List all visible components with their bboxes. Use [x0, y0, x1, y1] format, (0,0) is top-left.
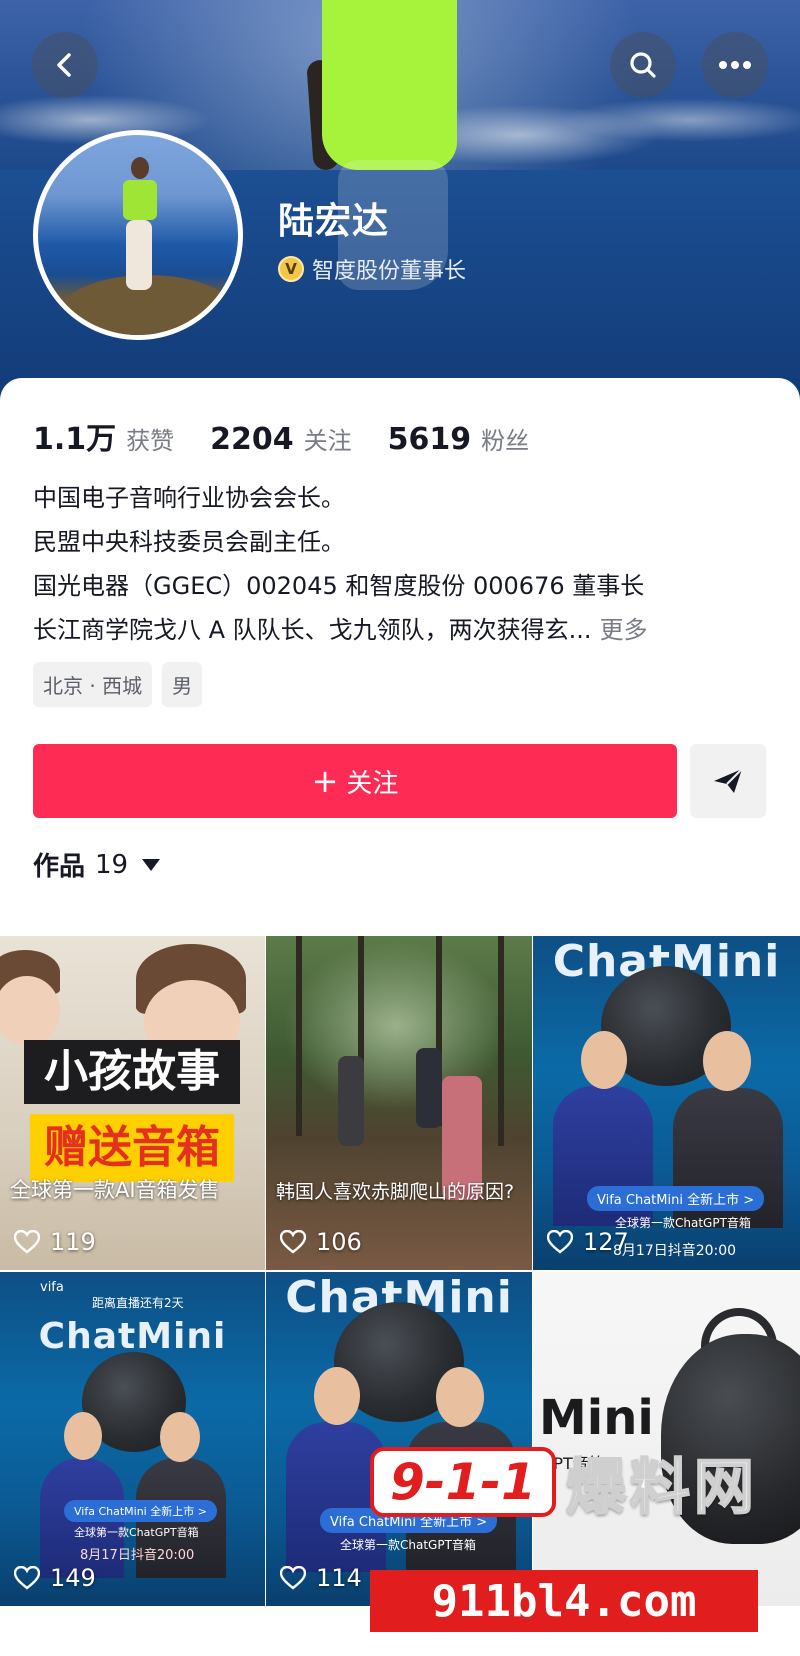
- avatar-legs: [126, 220, 152, 290]
- tree-trunk: [498, 936, 504, 1146]
- video-caption: 全球第一款AI音箱发售: [10, 1178, 220, 1202]
- like-count-value: 114: [316, 1564, 362, 1592]
- heart-icon: [280, 1230, 306, 1254]
- bio-line: 国光电器（GGEC）002045 和智度股份 000676 董事长: [33, 572, 645, 600]
- promo-subtitle: 全球第一款ChatGPT音箱: [74, 1526, 199, 1539]
- video-brand-text: ChatMini: [38, 1316, 227, 1357]
- works-count: 19: [95, 849, 129, 880]
- plus-icon: +: [311, 762, 339, 800]
- works-label: 作品: [33, 852, 86, 882]
- hiker-figure: [416, 1048, 442, 1128]
- person-face: [64, 1412, 102, 1460]
- countdown-text: 距离直播还有2天: [92, 1296, 184, 1310]
- avatar-shirt: [123, 180, 157, 220]
- stat-value: 5619: [387, 422, 472, 457]
- watermark-logo: 9-1-1 爆料网: [370, 1440, 770, 1524]
- follow-button[interactable]: + 关注: [33, 744, 677, 818]
- heart-icon: [280, 1566, 306, 1590]
- like-count-value: 106: [316, 1228, 362, 1256]
- promo-date: 8月17日抖音20:00: [613, 1243, 737, 1259]
- tree-trunk: [296, 936, 302, 1136]
- heart-icon: [14, 1566, 40, 1590]
- person-face: [581, 1031, 627, 1089]
- like-count: 119: [14, 1228, 96, 1256]
- verification-row: V 智度股份董事长: [278, 253, 466, 285]
- profile-tags: 北京 · 西城 男: [33, 662, 203, 707]
- like-count-value: 119: [50, 1228, 96, 1256]
- like-count: 114: [280, 1564, 362, 1592]
- brand-small-logo: vifa: [40, 1280, 64, 1295]
- cover-figure-shirt: [322, 0, 457, 170]
- caret-down-icon: [142, 858, 161, 871]
- works-tab[interactable]: 作品 19: [33, 846, 161, 883]
- like-count-value: 127: [583, 1228, 629, 1256]
- heart-icon: [14, 1230, 40, 1254]
- back-button[interactable]: [32, 32, 98, 98]
- stat-following[interactable]: 2204 关注: [210, 421, 352, 457]
- promo-pill: Vifa ChatMini 全新上市 >: [64, 1500, 217, 1522]
- bio: 中国电子音响行业协会会长。 民盟中央科技委员会副主任。 国光电器（GGEC）00…: [33, 476, 773, 652]
- person-face: [436, 1367, 484, 1427]
- promo-subtitle: 全球第一款ChatGPT音箱: [615, 1216, 751, 1230]
- video-tile[interactable]: 小孩故事 赠送音箱 全球第一款AI音箱发售 119: [0, 936, 265, 1270]
- person-face: [314, 1367, 360, 1425]
- bio-line: 民盟中央科技委员会副主任。: [33, 528, 345, 556]
- site-watermark: 9-1-1 爆料网 911bl4.com: [370, 1440, 770, 1656]
- stat-followers[interactable]: 5619 粉丝: [388, 421, 530, 457]
- watermark-url: 911bl4.com: [370, 1570, 758, 1632]
- like-count: 127: [547, 1228, 629, 1256]
- bio-more-link[interactable]: 更多: [600, 616, 648, 644]
- watermark-site-name: 爆料网: [565, 1452, 758, 1524]
- stat-value: 2204: [210, 422, 294, 457]
- gender-tag: 男: [162, 662, 203, 707]
- bio-line-last: 长江商学院戈八 A 队队长、戈九领队，两次获得玄... 更多: [33, 608, 773, 652]
- more-dots-icon: [719, 61, 751, 69]
- cartoon-face: [0, 976, 60, 1046]
- stat-likes[interactable]: 1.1万 获赞: [33, 414, 174, 458]
- video-banner-subtitle: 赠送音箱: [30, 1114, 234, 1182]
- stats-row: 1.1万 获赞 2204 关注 5619 粉丝: [33, 414, 565, 458]
- follow-label: 关注: [346, 768, 399, 799]
- promo-date: 8月17日抖音20:00: [80, 1548, 195, 1563]
- share-button[interactable]: [690, 744, 766, 818]
- more-button[interactable]: [702, 32, 768, 98]
- profile-name: 陆宏达: [278, 201, 390, 242]
- hiker-figure: [338, 1056, 364, 1146]
- chevron-left-icon: [57, 53, 71, 77]
- verified-badge-icon: V: [278, 256, 304, 282]
- video-caption: 韩国人喜欢赤脚爬山的原因?: [276, 1181, 515, 1203]
- avatar[interactable]: [33, 130, 243, 340]
- verification-text: 智度股份董事长: [312, 259, 467, 284]
- promo-pill: Vifa ChatMini 全新上市 >: [587, 1186, 765, 1211]
- send-icon: [714, 768, 743, 793]
- like-count-value: 149: [50, 1564, 96, 1592]
- stat-label: 获赞: [126, 427, 175, 455]
- watermark-badge: 9-1-1: [370, 1447, 556, 1517]
- stat-label: 关注: [303, 427, 352, 455]
- video-tile[interactable]: 韩国人喜欢赤脚爬山的原因? 106: [266, 936, 532, 1270]
- person-face: [703, 1031, 751, 1091]
- stat-label: 粉丝: [481, 427, 530, 455]
- search-icon: [630, 52, 656, 78]
- person-face: [160, 1412, 200, 1462]
- avatar-head: [131, 157, 149, 179]
- bio-line-text: 长江商学院戈八 A 队队长、戈九领队，两次获得玄...: [33, 616, 592, 644]
- like-count: 149: [14, 1564, 96, 1592]
- like-count: 106: [280, 1228, 362, 1256]
- bio-line: 中国电子音响行业协会会长。: [33, 484, 345, 512]
- video-tile[interactable]: ChatMini Vifa ChatMini 全新上市 > 全球第一款ChatG…: [533, 936, 800, 1270]
- search-button[interactable]: [610, 32, 676, 98]
- video-banner-title: 小孩故事: [24, 1040, 240, 1104]
- video-tile[interactable]: vifa 距离直播还有2天 ChatMini Vifa ChatMini 全新上…: [0, 1272, 265, 1606]
- stat-value: 1.1万: [33, 422, 117, 457]
- location-tag: 北京 · 西城: [33, 662, 153, 707]
- heart-icon: [547, 1230, 573, 1254]
